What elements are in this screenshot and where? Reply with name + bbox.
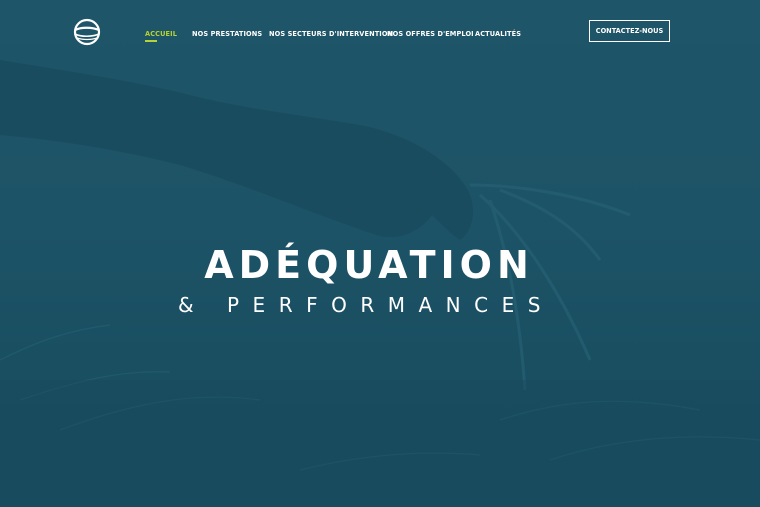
nav-item-nos-secteurs[interactable]: NOS SECTEURS D'INTERVENTION — [269, 30, 393, 38]
active-nav-indicator — [145, 40, 157, 42]
nav-item-nos-prestations[interactable]: NOS PRESTATIONS — [192, 30, 262, 38]
globe-swoosh-logo-icon[interactable] — [72, 17, 102, 47]
top-navigation: ACCUEIL NOS PRESTATIONS NOS SECTEURS D'I… — [0, 0, 760, 70]
nav-item-accueil[interactable]: ACCUEIL — [145, 30, 177, 38]
hero-title: ADÉQUATION — [204, 243, 534, 287]
hero-section: ACCUEIL NOS PRESTATIONS NOS SECTEURS D'I… — [0, 0, 760, 507]
contact-button[interactable]: CONTACTEZ-NOUS — [589, 20, 670, 42]
nav-item-actualites[interactable]: ACTUALITÉS — [475, 30, 521, 38]
hero-subtitle: & PERFORMANCES — [178, 293, 554, 317]
nav-item-nos-offres-emploi[interactable]: NOS OFFRES D'EMPLOI — [387, 30, 474, 38]
